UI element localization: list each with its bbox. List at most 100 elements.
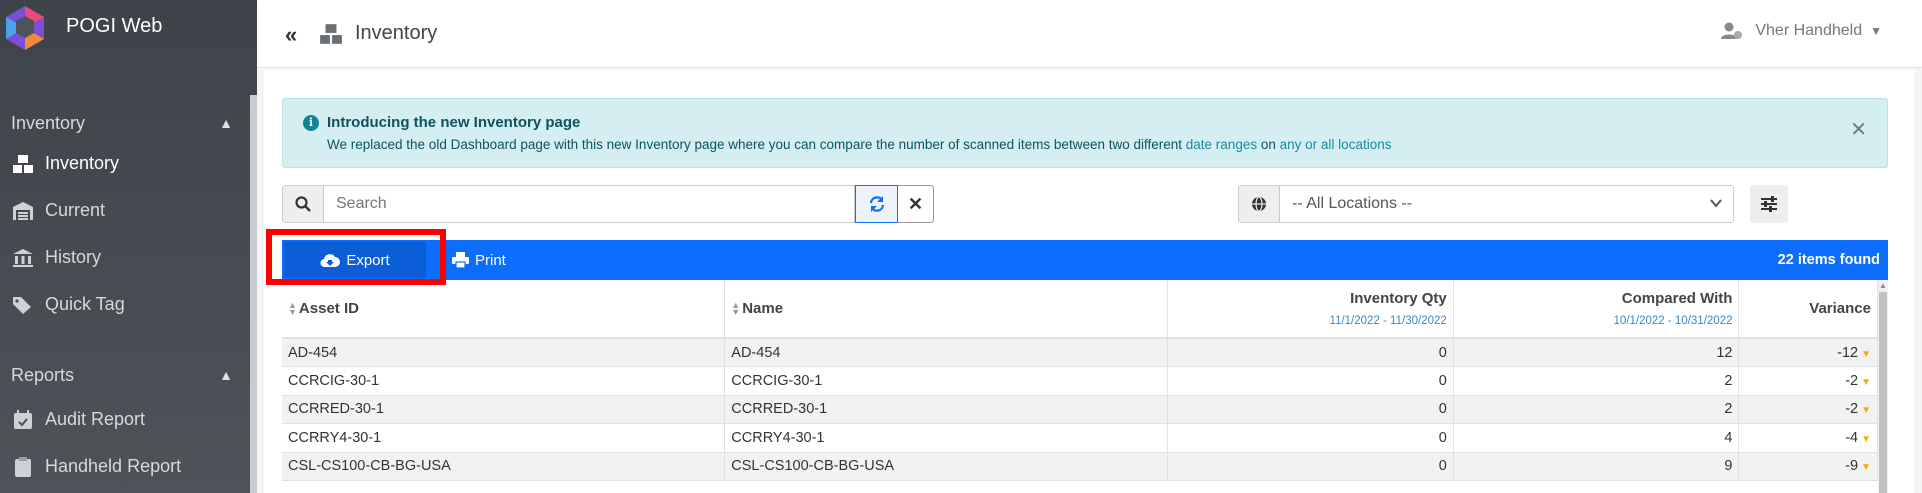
cell-inventory-qty-value: 0 bbox=[1438, 458, 1447, 475]
cell-variance: -9 ▼ bbox=[1738, 452, 1878, 481]
sort-icon: ▲ ▼ bbox=[731, 300, 741, 318]
sidebar-item-quick-tag[interactable]: Quick Tag bbox=[0, 281, 257, 328]
cell-inventory-qty: 0 bbox=[1167, 395, 1454, 424]
cell-compared-with: 4 bbox=[1453, 423, 1740, 453]
cell-name: CCRCIG-30-1 bbox=[724, 366, 1169, 396]
cell-asset-id: CSL-CS100-CB-BG-USA bbox=[282, 452, 726, 481]
sidebar-item-label: Current bbox=[45, 200, 106, 220]
column-header-compared-with[interactable]: Compared With 10/1/2022 - 10/31/2022 bbox=[1453, 280, 1740, 339]
date-ranges-link[interactable]: date ranges bbox=[1186, 137, 1257, 152]
cell-variance: -12 ▼ bbox=[1738, 338, 1878, 367]
table-row[interactable]: CSL-CS100-CB-BG-USA CSL-CS100-CB-BG-USA 0 9… bbox=[282, 452, 1878, 481]
caret-down-icon: ▼ bbox=[1861, 433, 1871, 445]
app-name: POGI Web bbox=[66, 14, 163, 37]
sidebar-item-audit-report[interactable]: Audit Report bbox=[0, 396, 257, 443]
sidebar-item-handheld-report[interactable]: Handheld Report bbox=[0, 443, 257, 490]
sort-icon: ▲ ▼ bbox=[288, 300, 297, 318]
sidebar-item-history[interactable]: History bbox=[0, 234, 257, 281]
location-selected: -- All Locations -- bbox=[1292, 195, 1413, 212]
cell-variance: -2 ▼ bbox=[1738, 366, 1878, 396]
location-select[interactable]: -- All Locations -- bbox=[1280, 185, 1734, 223]
cell-asset-id-value: AD-454 bbox=[288, 344, 338, 361]
table-row[interactable]: CCRCIG-30-1 CCRCIG-30-1 0 2 -2 ▼ bbox=[282, 366, 1878, 396]
table-toolbar: Export Print 22 items found bbox=[282, 240, 1888, 280]
cell-inventory-qty: 0 bbox=[1167, 338, 1454, 367]
table-scrollbar[interactable]: ▲ bbox=[1878, 280, 1888, 493]
sidebar-section-label: Inventory bbox=[11, 112, 86, 133]
main-content: i Introducing the new Inventory page We … bbox=[264, 70, 1914, 493]
sidebar-item-label: History bbox=[45, 247, 102, 267]
refresh-button[interactable] bbox=[855, 185, 898, 223]
close-icon[interactable]: ✕ bbox=[1850, 117, 1867, 142]
sidebar-section-inventory[interactable]: Inventory ▲ bbox=[0, 108, 257, 138]
column-label: Inventory Qty bbox=[1350, 290, 1447, 307]
search-group: ✕ bbox=[282, 185, 934, 223]
scroll-up-icon[interactable]: ▲ bbox=[1879, 281, 1887, 290]
column-header-name[interactable]: ▲ ▼ Name bbox=[724, 280, 1169, 339]
cell-variance-value: -2 bbox=[1845, 372, 1859, 389]
table-row[interactable]: CCRRED-30-1 CCRRED-30-1 0 2 -2 ▼ bbox=[282, 395, 1878, 424]
print-icon bbox=[452, 252, 469, 268]
cell-compared-with-value: 2 bbox=[1724, 372, 1733, 389]
column-label: Asset ID bbox=[298, 300, 359, 317]
cell-variance-value: -2 bbox=[1845, 401, 1859, 418]
cell-asset-id: CCRRY4-30-1 bbox=[282, 423, 726, 453]
cell-asset-id-value: CCRRED-30-1 bbox=[288, 401, 384, 418]
cell-compared-with-value: 2 bbox=[1724, 401, 1733, 418]
cell-name: CCRRED-30-1 bbox=[724, 395, 1169, 424]
sidebar-scrollbar[interactable] bbox=[250, 95, 257, 493]
inventory-table: ▲ ▼ Asset ID ▲ ▼ Name Inventory Qty 11/1/202… bbox=[282, 280, 1888, 493]
page-title: Inventory bbox=[319, 22, 437, 45]
print-label: Print bbox=[475, 251, 506, 269]
scrollbar-thumb[interactable] bbox=[1879, 292, 1887, 493]
cell-variance-value: -9 bbox=[1845, 458, 1859, 475]
column-label: Name bbox=[742, 300, 784, 317]
print-button[interactable]: Print bbox=[442, 242, 516, 278]
sidebar-item-inventory[interactable]: Inventory bbox=[0, 140, 257, 187]
filter-settings-button[interactable] bbox=[1750, 185, 1788, 223]
sidebar-section-reports[interactable]: Reports ▲ bbox=[0, 360, 257, 390]
sidebar: POGI Web Inventory ▲ Inventory Current H… bbox=[0, 0, 257, 493]
column-header-variance[interactable]: Variance bbox=[1738, 280, 1878, 339]
cell-variance: -2 ▼ bbox=[1738, 395, 1878, 424]
cell-asset-id: CCRRED-30-1 bbox=[282, 395, 726, 424]
search-icon bbox=[282, 185, 324, 223]
location-group: -- All Locations -- bbox=[1238, 185, 1734, 223]
column-header-inventory-qty[interactable]: Inventory Qty 11/1/2022 - 11/30/2022 bbox=[1167, 280, 1454, 339]
locations-link[interactable]: any or all locations bbox=[1280, 137, 1392, 152]
compared-date-range[interactable]: 10/1/2022 - 10/31/2022 bbox=[1460, 315, 1733, 327]
user-menu[interactable]: Vher Handheld ▼ bbox=[1721, 22, 1882, 40]
column-label: Variance bbox=[1809, 300, 1871, 317]
cell-asset-id-value: CCRRY4-30-1 bbox=[288, 429, 382, 446]
column-header-asset-id[interactable]: ▲ ▼ Asset ID bbox=[282, 280, 726, 339]
cell-variance-value: -4 bbox=[1845, 429, 1859, 446]
cell-name-value: AD-454 bbox=[731, 344, 781, 361]
brand[interactable]: POGI Web bbox=[0, 0, 257, 60]
collapse-sidebar-icon[interactable]: « bbox=[285, 22, 297, 48]
alert-title: Introducing the new Inventory page bbox=[327, 114, 581, 131]
cell-asset-id-value: CCRCIG-30-1 bbox=[288, 372, 380, 389]
sidebar-section-label: Reports bbox=[11, 364, 75, 385]
column-label: Compared With bbox=[1621, 290, 1733, 307]
warehouse-icon bbox=[11, 201, 35, 221]
chevron-down-icon bbox=[1710, 199, 1722, 208]
inventory-date-range[interactable]: 11/1/2022 - 11/30/2022 bbox=[1174, 315, 1447, 327]
clear-search-button[interactable]: ✕ bbox=[898, 185, 934, 223]
cell-variance-value: -12 bbox=[1837, 344, 1859, 361]
inventory-icon bbox=[320, 23, 342, 44]
items-count: 22 items found bbox=[1777, 252, 1880, 268]
search-input[interactable] bbox=[324, 185, 855, 223]
info-icon: i bbox=[303, 115, 319, 131]
table-row[interactable]: CCRRY4-30-1 CCRRY4-30-1 0 4 -4 ▼ bbox=[282, 423, 1878, 453]
page-title-text: Inventory bbox=[355, 22, 438, 44]
cell-inventory-qty-value: 0 bbox=[1438, 372, 1447, 389]
sidebar-item-label: Inventory bbox=[45, 153, 120, 173]
sidebar-item-current[interactable]: Current bbox=[0, 187, 257, 234]
cell-inventory-qty-value: 0 bbox=[1438, 344, 1447, 361]
sidebar-item-label: Handheld Report bbox=[45, 456, 182, 476]
table-row[interactable]: AD-454 AD-454 0 12 -12 ▼ bbox=[282, 338, 1878, 367]
tags-icon bbox=[11, 295, 35, 315]
alert-text: We replaced the old Dashboard page with … bbox=[327, 137, 1183, 152]
cell-asset-id: CCRCIG-30-1 bbox=[282, 366, 726, 396]
cell-compared-with-value: 12 bbox=[1716, 344, 1733, 361]
